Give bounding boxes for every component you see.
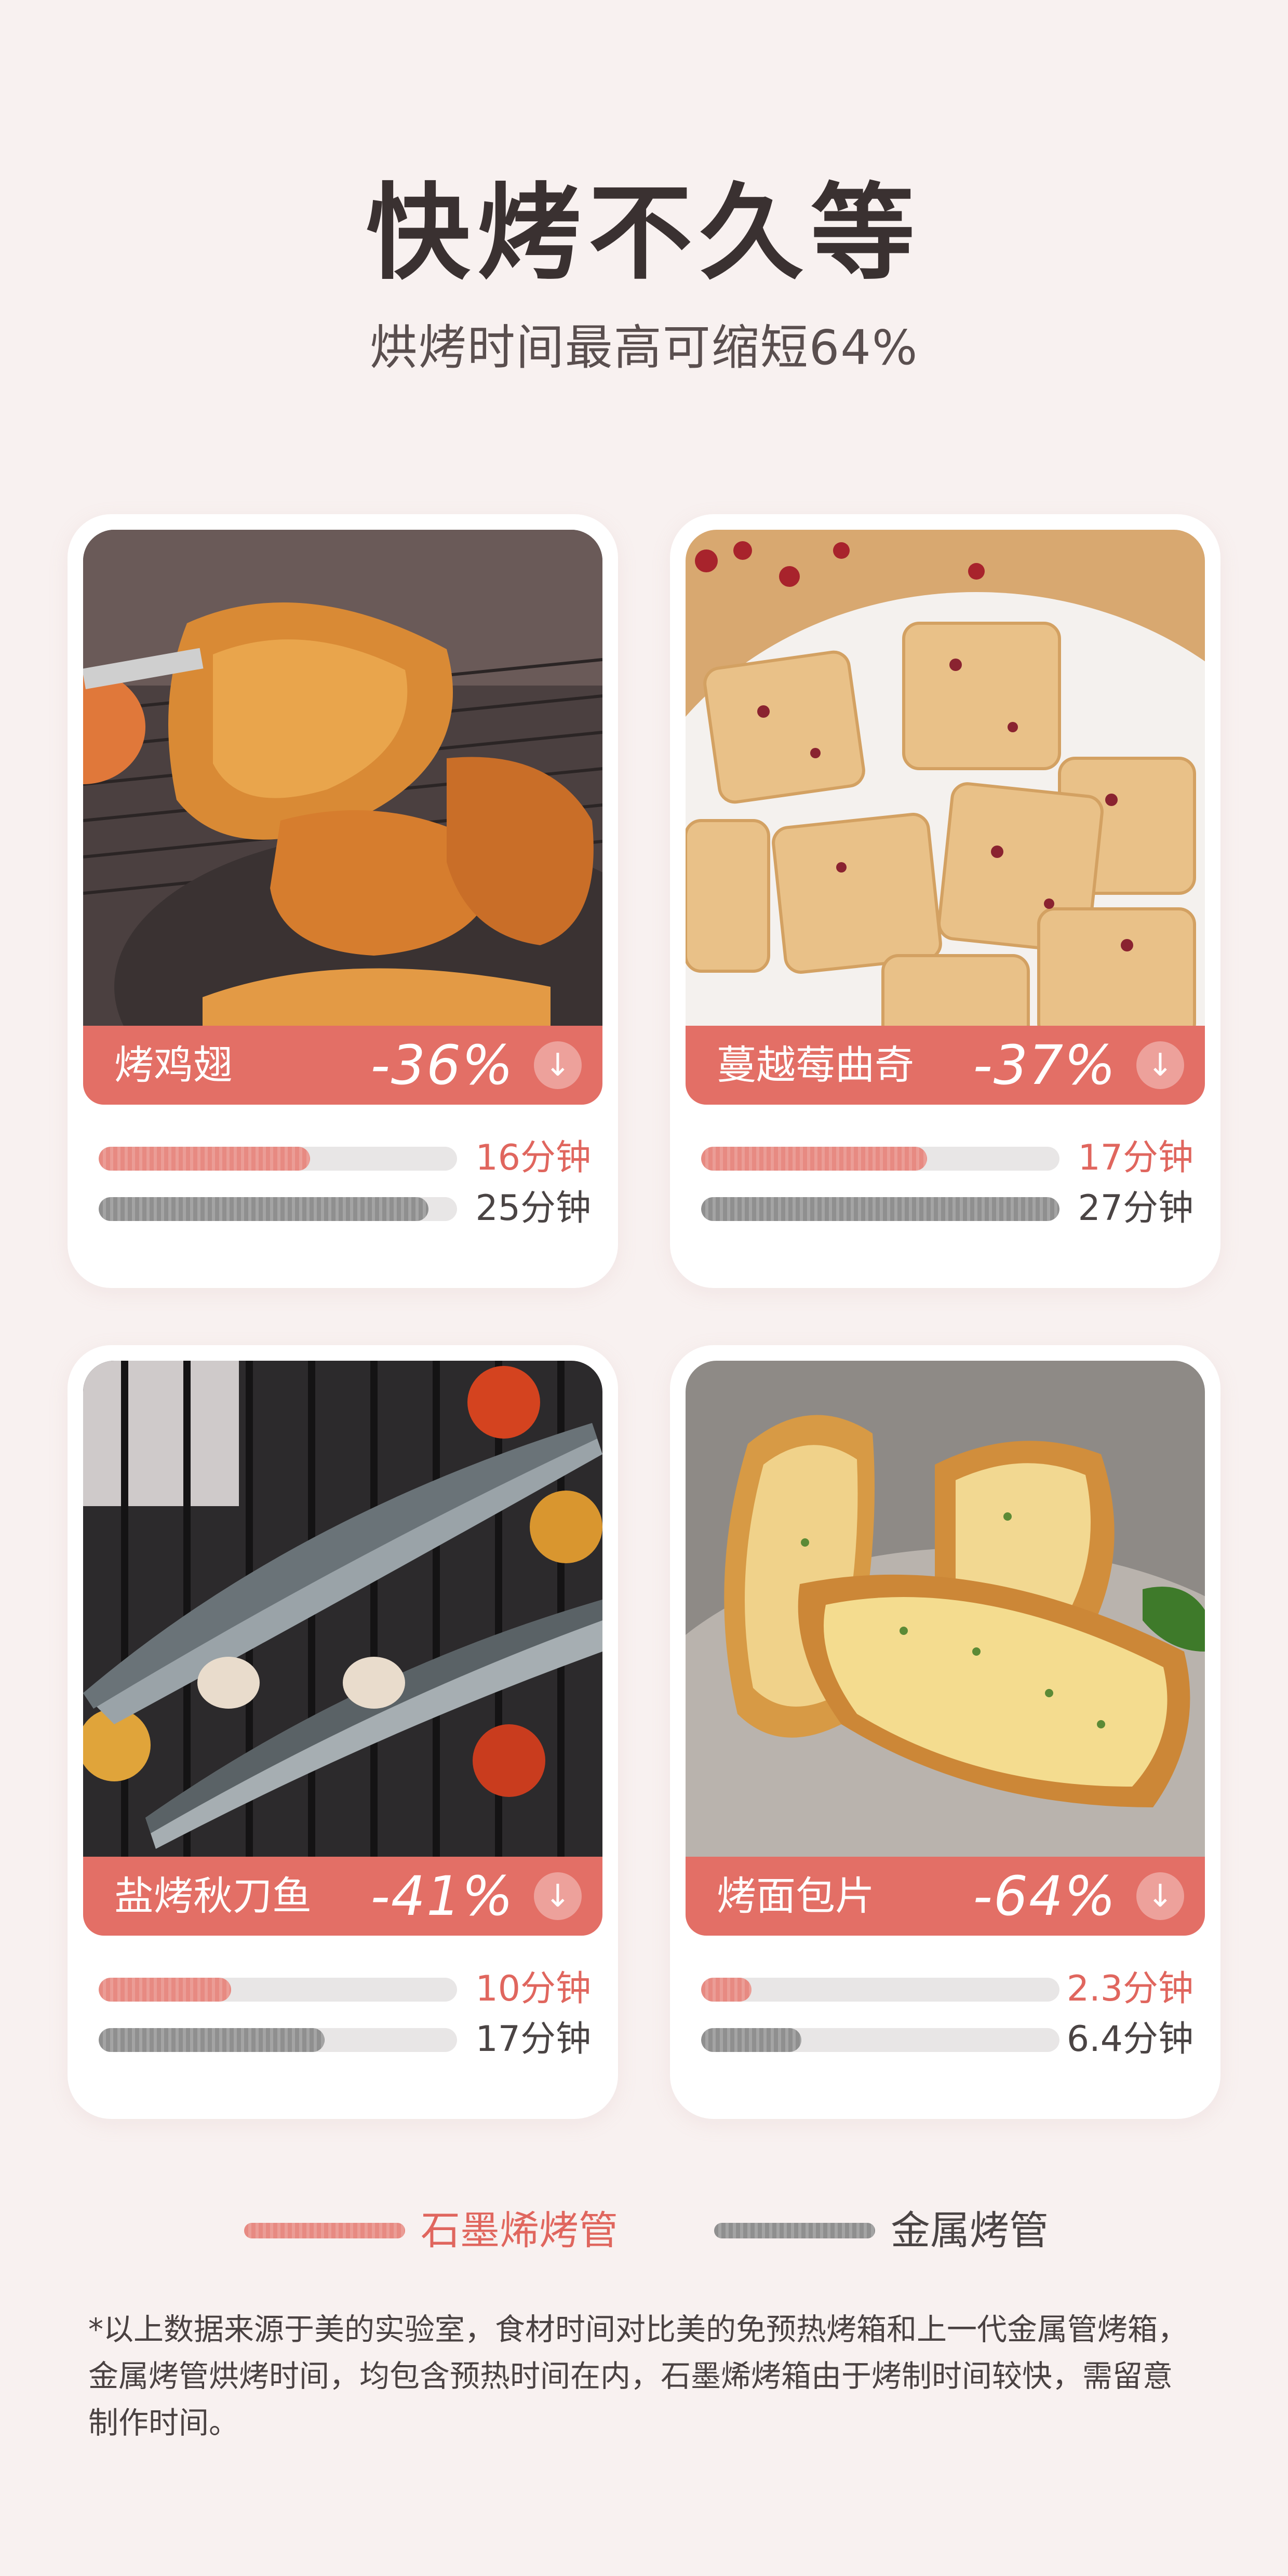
metal-bar [701,1197,1059,1221]
graphene-bar-track [99,1147,457,1171]
reduction-percent: -36% [370,1034,514,1097]
metal-time: 6.4分钟 [1066,2019,1193,2060]
metal-time: 27分钟 [1078,1188,1193,1229]
food-card-chicken-wings: 烤鸡翅 -36% ↓ 16分钟 25分钟 [68,514,618,1288]
reduction-percent: -41% [370,1864,514,1928]
graphene-time: 16分钟 [475,1137,591,1178]
food-name: 盐烤秋刀鱼 [114,1873,312,1919]
graphene-bar [99,1978,232,2002]
metal-bar-track [701,2028,1059,2052]
graphene-bar-track [701,1147,1059,1171]
food-card-cranberry-cookies: 蔓越莓曲奇 -37% ↓ 17分钟 27分钟 [670,514,1220,1288]
graphene-legend-label: 石墨烯烤管 [421,2207,618,2253]
graphene-bar-track [99,1978,457,2002]
arrow-down-icon: ↓ [1136,1041,1184,1089]
metal-bar [99,1197,428,1221]
metal-time: 17分钟 [475,2019,591,2060]
food-name: 蔓越莓曲奇 [717,1042,914,1088]
reduction-percent: -64% [973,1864,1117,1928]
page-subtitle: 烘烤时间最高可缩短64% [369,320,919,375]
grilled-saury-image [83,1361,602,1870]
metal-bar [99,2028,325,2052]
graphene-bar-track [701,1978,1059,2002]
arrow-down-icon: ↓ [534,1041,582,1089]
metal-bar-track [701,1197,1059,1221]
reduction-percent: -37% [973,1034,1117,1097]
metal-bar [701,2028,802,2052]
graphene-time: 2.3分钟 [1066,1968,1193,2009]
food-card-toast-slices: 烤面包片 -64% ↓ 2.3分钟 6.4分钟 [670,1345,1220,2119]
graphene-time: 10分钟 [475,1968,591,2009]
food-label-bar: 盐烤秋刀鱼 -41% ↓ [83,1857,602,1936]
footnote: *以上数据来源于美的实验室，食材时间对比美的免预热烤箱和上一代金属管烤箱，金属烤… [88,2312,1188,2440]
cranberry-cookies-image [686,530,1205,1039]
page-title: 快烤不久等 [366,173,922,294]
food-card-grilled-saury: 盐烤秋刀鱼 -41% ↓ 10分钟 17分钟 [68,1345,618,2119]
metal-legend-label: 金属烤管 [891,2207,1049,2253]
food-label-bar: 烤鸡翅 -36% ↓ [83,1026,602,1105]
legend: 石墨烯烤管 金属烤管 [0,2207,1288,2259]
metal-bar-track [99,1197,457,1221]
food-name: 烤面包片 [717,1873,875,1919]
chicken-wings-image [83,530,602,1039]
food-label-bar: 烤面包片 -64% ↓ [686,1857,1205,1936]
graphene-time: 17分钟 [1078,1137,1193,1178]
metal-legend-swatch [714,2223,875,2238]
graphene-bar [701,1147,927,1171]
food-label-bar: 蔓越莓曲奇 -37% ↓ [686,1026,1205,1105]
graphene-legend-swatch [244,2223,405,2238]
metal-bar-track [99,2028,457,2052]
graphene-bar [99,1147,311,1171]
arrow-down-icon: ↓ [534,1872,582,1920]
arrow-down-icon: ↓ [1136,1872,1184,1920]
graphene-bar [701,1978,752,2002]
metal-time: 25分钟 [475,1188,591,1229]
food-name: 烤鸡翅 [114,1042,233,1088]
toast-slices-image [686,1361,1205,1870]
